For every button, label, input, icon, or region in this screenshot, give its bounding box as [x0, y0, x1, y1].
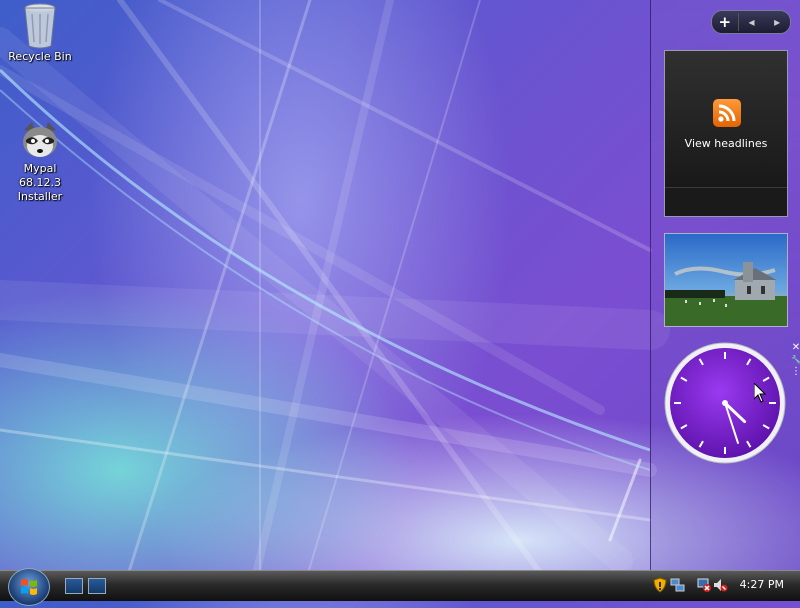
gadget-tools: ✕ 🔧 ⋮⋮	[791, 342, 800, 378]
mypal-installer-label-line1: Mypal 68.12.3	[19, 162, 61, 189]
raccoon-installer-icon	[20, 120, 60, 160]
system-tray: 4:27 PM	[640, 571, 800, 601]
network-computers-icon[interactable]	[670, 577, 686, 593]
mypal-installer[interactable]: Mypal 68.12.3 Installer	[2, 120, 78, 204]
clock-gadget[interactable]	[663, 341, 787, 465]
taskbar: 4:27 PM	[0, 568, 800, 606]
feed-gadget-footer	[665, 187, 787, 216]
close-gadget-button[interactable]: ✕	[791, 342, 800, 354]
mouse-cursor-icon	[754, 383, 766, 403]
slideshow-gadget[interactable]	[664, 233, 788, 327]
mypal-installer-label-line2: Installer	[17, 190, 63, 203]
network-disconnected-icon[interactable]	[696, 577, 712, 593]
recycle-bin-icon	[20, 2, 60, 49]
recycle-bin-label: Recycle Bin	[8, 50, 72, 63]
prev-gadgets-button[interactable]: ◂	[739, 15, 765, 29]
recycle-bin[interactable]: Recycle Bin	[2, 2, 78, 64]
gadget-options-button[interactable]: 🔧	[791, 354, 800, 366]
volume-muted-icon[interactable]	[712, 577, 728, 593]
windows-sidebar: + ◂ ▸ View headlines ✕ 🔧 ⋮	[650, 0, 800, 570]
add-gadget-button[interactable]: +	[712, 13, 739, 31]
view-headlines-link[interactable]: View headlines	[665, 137, 787, 150]
sidebar-controls: + ◂ ▸	[711, 10, 791, 34]
taskbar-clock[interactable]: 4:27 PM	[740, 578, 784, 591]
switch-windows-icon[interactable]	[88, 578, 106, 594]
feed-headlines-gadget[interactable]: View headlines	[664, 50, 788, 217]
rss-icon	[713, 99, 741, 127]
show-desktop-icon[interactable]	[65, 578, 83, 594]
drag-handle[interactable]: ⋮⋮	[791, 366, 800, 378]
next-gadgets-button[interactable]: ▸	[764, 15, 790, 29]
security-shield-icon[interactable]	[652, 577, 668, 593]
start-button[interactable]	[8, 568, 50, 606]
church-photo	[665, 234, 787, 326]
